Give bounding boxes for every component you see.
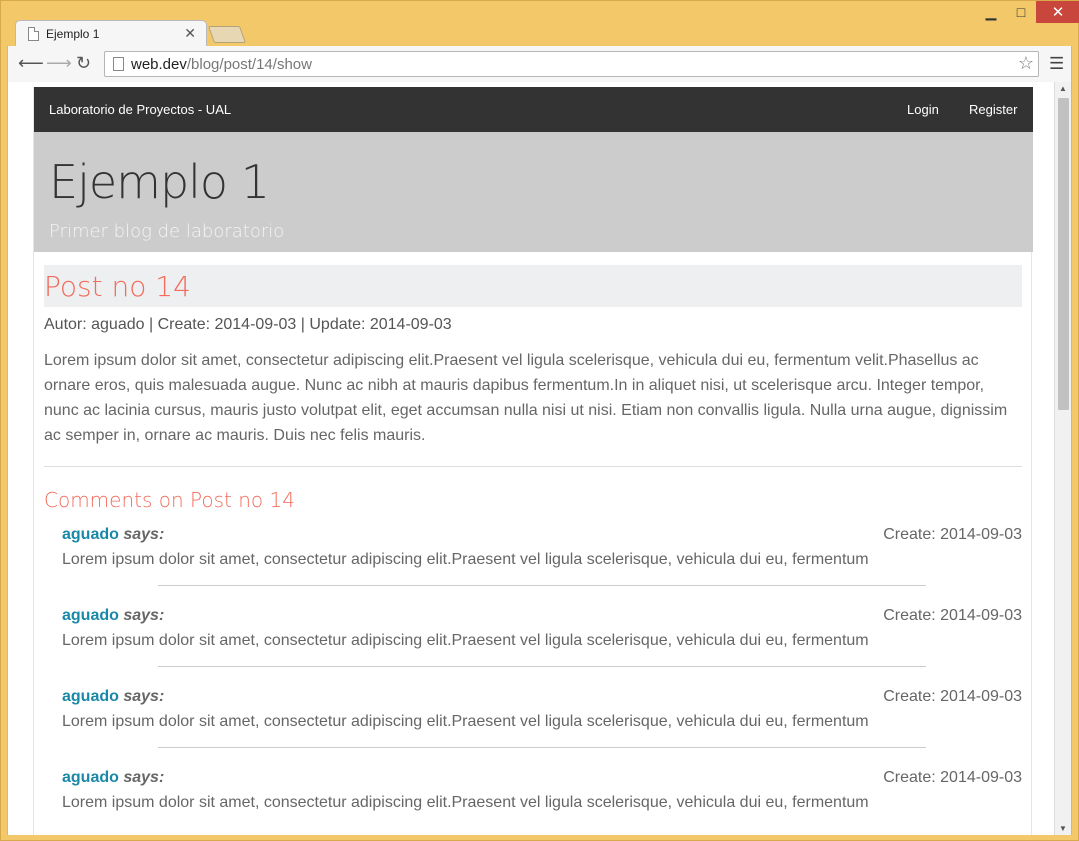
url-path: /blog/post/14/show: [186, 56, 312, 73]
comment-item: aguado says: Create: 2014-09-03 Lorem ip…: [62, 607, 1022, 688]
blog-title: Ejemplo 1: [49, 155, 270, 209]
page-icon: [28, 27, 39, 41]
comment-date: Create: 2014-09-03: [883, 688, 1022, 705]
register-link[interactable]: Register: [969, 102, 1017, 117]
comment-says: says:: [123, 607, 165, 624]
blog-subtitle: Primer blog de laboratorio: [49, 221, 285, 242]
tab-close-icon[interactable]: ✕: [184, 25, 196, 42]
minimize-button[interactable]: ▁: [976, 1, 1006, 23]
post-meta: Autor: aguado | Create: 2014-09-03 | Upd…: [44, 316, 452, 333]
post-title: Post no 14: [44, 270, 191, 303]
comment-author-link[interactable]: aguado: [62, 607, 119, 624]
comment-says: says:: [123, 526, 165, 543]
address-bar[interactable]: web.dev/blog/post/14/show ☆: [104, 51, 1039, 77]
navbar-brand[interactable]: Laboratorio de Proyectos - UAL: [49, 102, 231, 117]
comment-text: Lorem ipsum dolor sit amet, consectetur …: [62, 794, 872, 811]
comment-author-link[interactable]: aguado: [62, 688, 119, 705]
url-host: web.dev: [131, 56, 187, 73]
comment-text: Lorem ipsum dolor sit amet, consectetur …: [62, 632, 872, 649]
browser-toolbar: ⟵ ⟶ ↻ web.dev/blog/post/14/show ☆ ☰: [7, 46, 1072, 82]
page-container: Laboratorio de Proyectos - UAL Login Reg…: [33, 87, 1033, 835]
comment-author-link[interactable]: aguado: [62, 526, 119, 543]
scroll-up-icon[interactable]: ▲: [1059, 84, 1067, 93]
comment-says: says:: [123, 769, 165, 786]
comment-author: aguado says:: [62, 526, 164, 544]
comment-date: Create: 2014-09-03: [883, 526, 1022, 543]
comment-text: Lorem ipsum dolor sit amet, consectetur …: [62, 551, 872, 568]
comment-author: aguado says:: [62, 688, 164, 706]
scroll-down-icon[interactable]: ▼: [1059, 824, 1067, 833]
comment-text: Lorem ipsum dolor sit amet, consectetur …: [62, 713, 872, 730]
hamburger-menu-icon[interactable]: ☰: [1049, 54, 1064, 74]
login-link[interactable]: Login: [907, 102, 939, 117]
page-viewport: Laboratorio de Proyectos - UAL Login Reg…: [7, 82, 1072, 835]
browser-window: Ejemplo 1 ✕ ▁ □ ✕ ⟵ ⟶ ↻ web.dev/blog/pos…: [0, 0, 1079, 841]
star-icon[interactable]: ☆: [1018, 53, 1034, 74]
comment-item: aguado says: Create: 2014-09-03 Lorem ip…: [62, 688, 1022, 769]
vertical-scrollbar[interactable]: ▲ ▼: [1054, 82, 1071, 835]
comment-says: says:: [123, 688, 165, 705]
comment-divider: [158, 747, 926, 748]
comment-divider: [158, 585, 926, 586]
close-window-button[interactable]: ✕: [1036, 1, 1079, 23]
tab-title: Ejemplo 1: [46, 27, 100, 41]
new-tab-button[interactable]: [207, 26, 247, 43]
post-header: Post no 14: [44, 265, 1022, 307]
tab-ejemplo-1[interactable]: Ejemplo 1 ✕: [15, 20, 207, 47]
arrow-right-icon[interactable]: ⟶: [46, 53, 72, 74]
comment-author: aguado says:: [62, 607, 164, 625]
maximize-button[interactable]: □: [1006, 1, 1036, 23]
scrollbar-thumb[interactable]: [1058, 98, 1069, 410]
comment-date: Create: 2014-09-03: [883, 607, 1022, 624]
comment-date: Create: 2014-09-03: [883, 769, 1022, 786]
post-body: Lorem ipsum dolor sit amet, consectetur …: [44, 352, 1008, 444]
comment-item: aguado says: Create: 2014-09-03 Lorem ip…: [62, 769, 1022, 835]
page-icon: [113, 57, 124, 71]
comments-title: Comments on Post no 14: [44, 488, 295, 512]
comment-divider: [158, 666, 926, 667]
comment-item: aguado says: Create: 2014-09-03 Lorem ip…: [62, 526, 1022, 607]
comment-author-link[interactable]: aguado: [62, 769, 119, 786]
title-bar: Ejemplo 1 ✕ ▁ □ ✕: [1, 1, 1079, 47]
reload-icon[interactable]: ↻: [76, 53, 91, 74]
url-text[interactable]: web.dev/blog/post/14/show: [131, 56, 312, 73]
jumbotron: Ejemplo 1 Primer blog de laboratorio: [34, 132, 1033, 252]
divider: [44, 466, 1022, 467]
arrow-left-icon[interactable]: ⟵: [18, 53, 44, 74]
site-navbar: Laboratorio de Proyectos - UAL Login Reg…: [34, 87, 1033, 132]
comment-author: aguado says:: [62, 769, 164, 787]
